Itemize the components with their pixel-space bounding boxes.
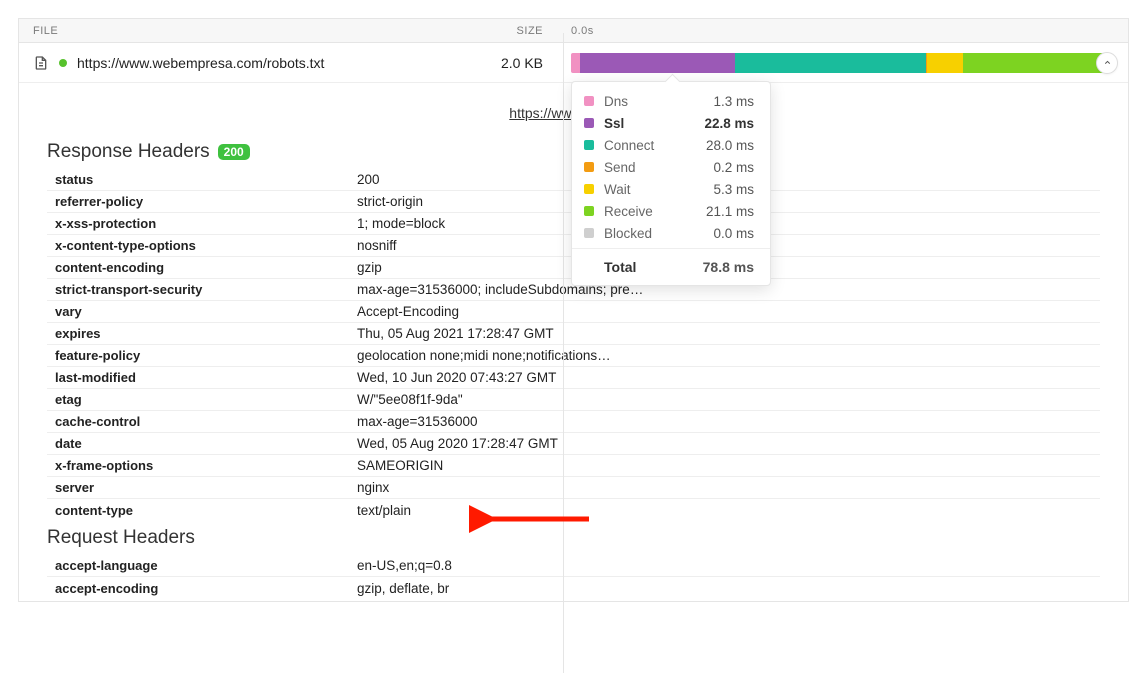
timing-value: 22.8 ms [704, 116, 754, 131]
header-key: x-frame-options [47, 458, 357, 473]
header-key: content-type [47, 503, 357, 518]
waterfall-bar[interactable] [571, 53, 1108, 73]
header-value: nginx [357, 480, 1100, 495]
header-key: cache-control [47, 414, 357, 429]
timing-name: Receive [604, 204, 706, 219]
col-header-waterfall: 0.0s [563, 25, 1128, 37]
timing-dot [584, 140, 594, 150]
header-key: referrer-policy [47, 194, 357, 209]
file-icon [33, 55, 49, 71]
wf-seg-ssl [580, 53, 735, 73]
header-key: vary [47, 304, 357, 319]
header-value: SAMEORIGIN [357, 458, 1100, 473]
chevron-up-icon [1103, 58, 1112, 67]
timing-value: 28.0 ms [706, 138, 754, 153]
timing-value: 5.3 ms [713, 182, 754, 197]
header-value: gzip, deflate, br [357, 581, 1100, 596]
timing-row: Dns1.3 ms [572, 90, 770, 112]
header-row: x-frame-optionsSAMEORIGIN [47, 455, 1100, 477]
timing-total-value: 78.8 ms [703, 259, 754, 275]
status-badge: 200 [218, 144, 250, 160]
response-headers-label: Response Headers [47, 141, 210, 163]
header-key: x-xss-protection [47, 216, 357, 231]
file-cell: https://www.webempresa.com/robots.txt [19, 55, 414, 71]
timing-value: 21.1 ms [706, 204, 754, 219]
header-key: content-encoding [47, 260, 357, 275]
header-value: Wed, 05 Aug 2020 17:28:47 GMT [357, 436, 1100, 451]
header-key: status [47, 172, 357, 187]
header-value: en-US,en;q=0.8 [357, 558, 1100, 573]
header-key: accept-encoding [47, 581, 357, 596]
size-cell: 2.0 KB [414, 55, 563, 71]
header-value: W/"5ee08f1f-9da" [357, 392, 1100, 407]
timing-row: Connect28.0 ms [572, 134, 770, 156]
timing-row: Receive21.1 ms [572, 200, 770, 222]
timing-name: Ssl [604, 116, 704, 131]
header-key: feature-policy [47, 348, 357, 363]
header-value: max-age=31536000 [357, 414, 1100, 429]
timing-popover: Dns1.3 msSsl22.8 msConnect28.0 msSend0.2… [571, 81, 771, 286]
timing-dot [584, 162, 594, 172]
request-row[interactable]: https://www.webempresa.com/robots.txt 2.… [19, 43, 1128, 83]
col-header-file[interactable]: FILE [19, 25, 414, 37]
wf-seg-connect [735, 53, 926, 73]
header-row: cache-controlmax-age=31536000 [47, 411, 1100, 433]
header-key: date [47, 436, 357, 451]
wf-seg-dns [571, 53, 580, 73]
wf-seg-wait [927, 53, 963, 73]
request-headers-table: accept-languageen-US,en;q=0.8accept-enco… [47, 555, 1100, 599]
table-header: FILE SIZE 0.0s [19, 19, 1128, 43]
header-key: expires [47, 326, 357, 341]
header-key: x-content-type-options [47, 238, 357, 253]
header-key: etag [47, 392, 357, 407]
timing-value: 0.0 ms [713, 226, 754, 241]
header-row: accept-languageen-US,en;q=0.8 [47, 555, 1100, 577]
header-row: content-typetext/plain [47, 499, 1100, 521]
header-value: Accept-Encoding [357, 304, 1100, 319]
request-headers-title: Request Headers [47, 527, 1100, 549]
timing-name: Send [604, 160, 713, 175]
timing-row: Send0.2 ms [572, 156, 770, 178]
header-row: last-modifiedWed, 10 Jun 2020 07:43:27 G… [47, 367, 1100, 389]
header-row: varyAccept-Encoding [47, 301, 1100, 323]
waterfall-panel: FILE SIZE 0.0s https://www.webempresa.co… [18, 18, 1129, 602]
timing-total-label: Total [604, 259, 703, 275]
waterfall-cell [563, 53, 1128, 73]
timing-name: Blocked [604, 226, 713, 241]
header-key: server [47, 480, 357, 495]
collapse-button[interactable] [1096, 52, 1118, 74]
timing-dot [584, 228, 594, 238]
header-row: expiresThu, 05 Aug 2021 17:28:47 GMT [47, 323, 1100, 345]
header-value: geolocation none;midi none;notifications… [357, 348, 1100, 363]
timing-row: Wait5.3 ms [572, 178, 770, 200]
col-header-size[interactable]: SIZE [414, 25, 563, 37]
header-key: strict-transport-security [47, 282, 357, 297]
timing-name: Wait [604, 182, 713, 197]
timing-value: 1.3 ms [713, 94, 754, 109]
timing-name: Dns [604, 94, 713, 109]
header-value: Thu, 05 Aug 2021 17:28:47 GMT [357, 326, 1100, 341]
header-row: etagW/"5ee08f1f-9da" [47, 389, 1100, 411]
header-row: servernginx [47, 477, 1100, 499]
header-row: accept-encodinggzip, deflate, br [47, 577, 1100, 599]
header-row: feature-policygeolocation none;midi none… [47, 345, 1100, 367]
timing-dot [584, 184, 594, 194]
request-headers-label: Request Headers [47, 527, 195, 549]
header-value: Wed, 10 Jun 2020 07:43:27 GMT [357, 370, 1100, 385]
timing-row: Ssl22.8 ms [572, 112, 770, 134]
timing-name: Connect [604, 138, 706, 153]
timing-row: Blocked0.0 ms [572, 222, 770, 244]
header-key: accept-language [47, 558, 357, 573]
request-url: https://www.webempresa.com/robots.txt [77, 55, 324, 71]
header-key: last-modified [47, 370, 357, 385]
timing-dot [584, 118, 594, 128]
header-value: text/plain [357, 503, 1100, 518]
timing-dot [584, 96, 594, 106]
status-dot-ok [59, 59, 67, 67]
header-row: dateWed, 05 Aug 2020 17:28:47 GMT [47, 433, 1100, 455]
timing-dot [584, 206, 594, 216]
wf-seg-receive [963, 53, 1108, 73]
timing-value: 0.2 ms [713, 160, 754, 175]
timing-total-row: Total 78.8 ms [572, 248, 770, 285]
